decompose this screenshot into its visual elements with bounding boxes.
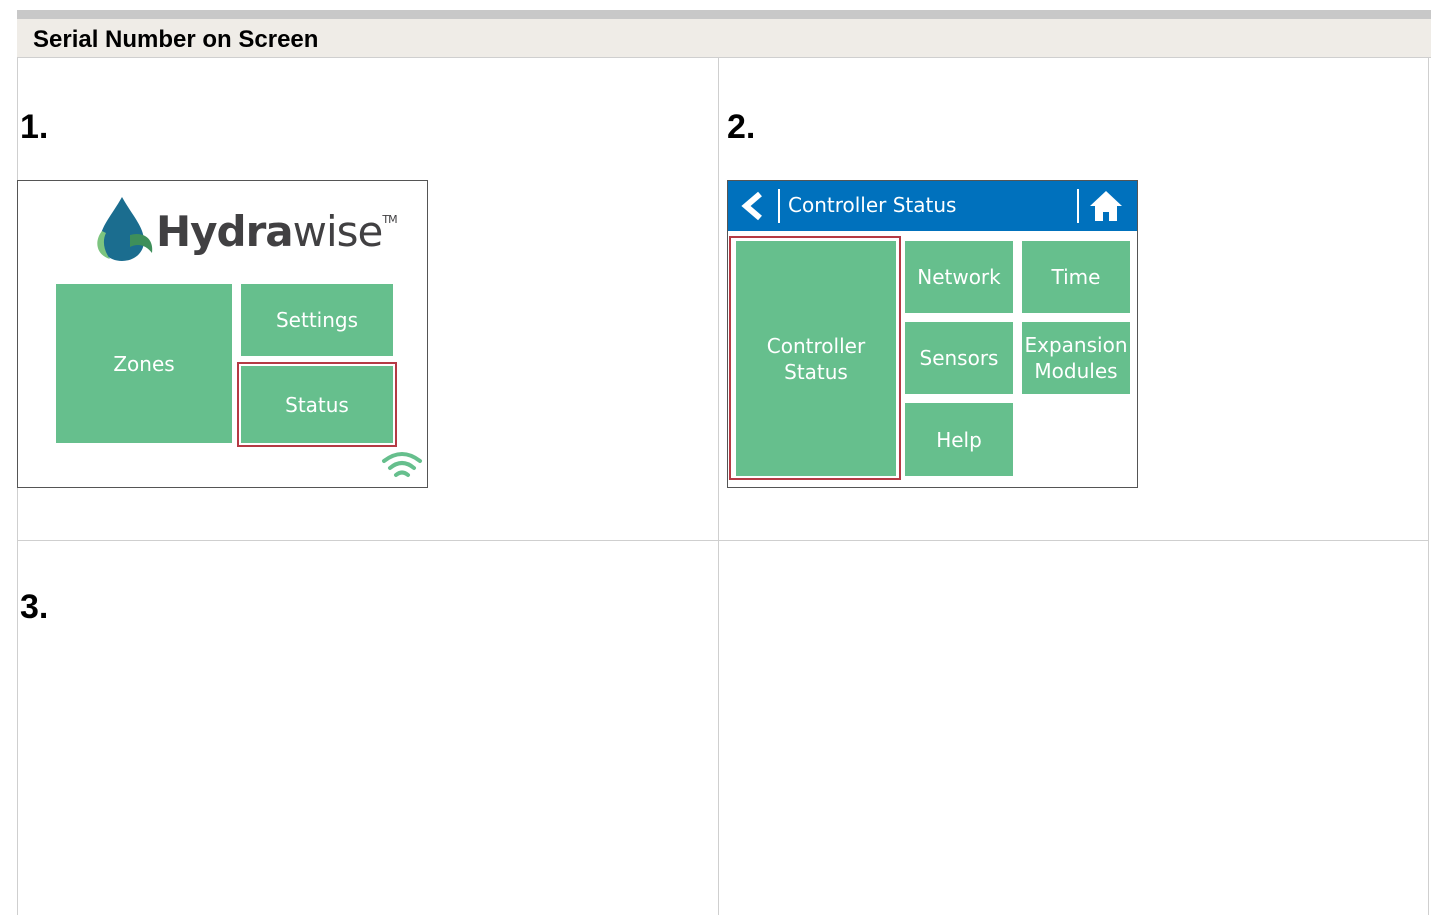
hydrawise-wordmark: HydrawiseTM	[156, 207, 398, 256]
table-border-middle	[718, 58, 719, 915]
zones-tile[interactable]: Zones	[56, 284, 232, 443]
step-1-label: 1.	[20, 108, 49, 146]
status-highlight-box	[237, 362, 397, 447]
screen-title: Controller Status	[788, 193, 957, 217]
expansion-modules-tile[interactable]: Expansion Modules	[1022, 322, 1130, 394]
section-title: Serial Number on Screen	[33, 26, 319, 53]
screen-header-bar: Controller Status	[728, 181, 1137, 231]
home-icon[interactable]	[1088, 188, 1124, 224]
section-header: Serial Number on Screen	[17, 19, 1431, 58]
top-bar	[17, 10, 1431, 19]
header-separator-right	[1077, 189, 1079, 223]
time-tile[interactable]: Time	[1022, 241, 1130, 313]
sensors-tile[interactable]: Sensors	[905, 322, 1013, 394]
controller-status-highlight-box	[729, 236, 901, 480]
step-3-label: 3.	[20, 588, 49, 626]
settings-tile[interactable]: Settings	[241, 284, 393, 356]
wifi-icon	[382, 452, 422, 477]
back-arrow-icon[interactable]	[738, 191, 768, 221]
controller-status-screen-image: Controller Status Controller Status Netwo…	[727, 180, 1138, 488]
table-border-right	[1428, 58, 1429, 915]
hydrawise-logo-icon	[97, 197, 153, 261]
help-tile[interactable]: Help	[905, 403, 1013, 476]
home-screen-image: HydrawiseTM Zones Settings Status	[17, 180, 428, 488]
step-2-label: 2.	[727, 108, 756, 146]
network-tile[interactable]: Network	[905, 241, 1013, 313]
header-separator-left	[778, 189, 780, 223]
table-row-divider	[17, 540, 1429, 541]
